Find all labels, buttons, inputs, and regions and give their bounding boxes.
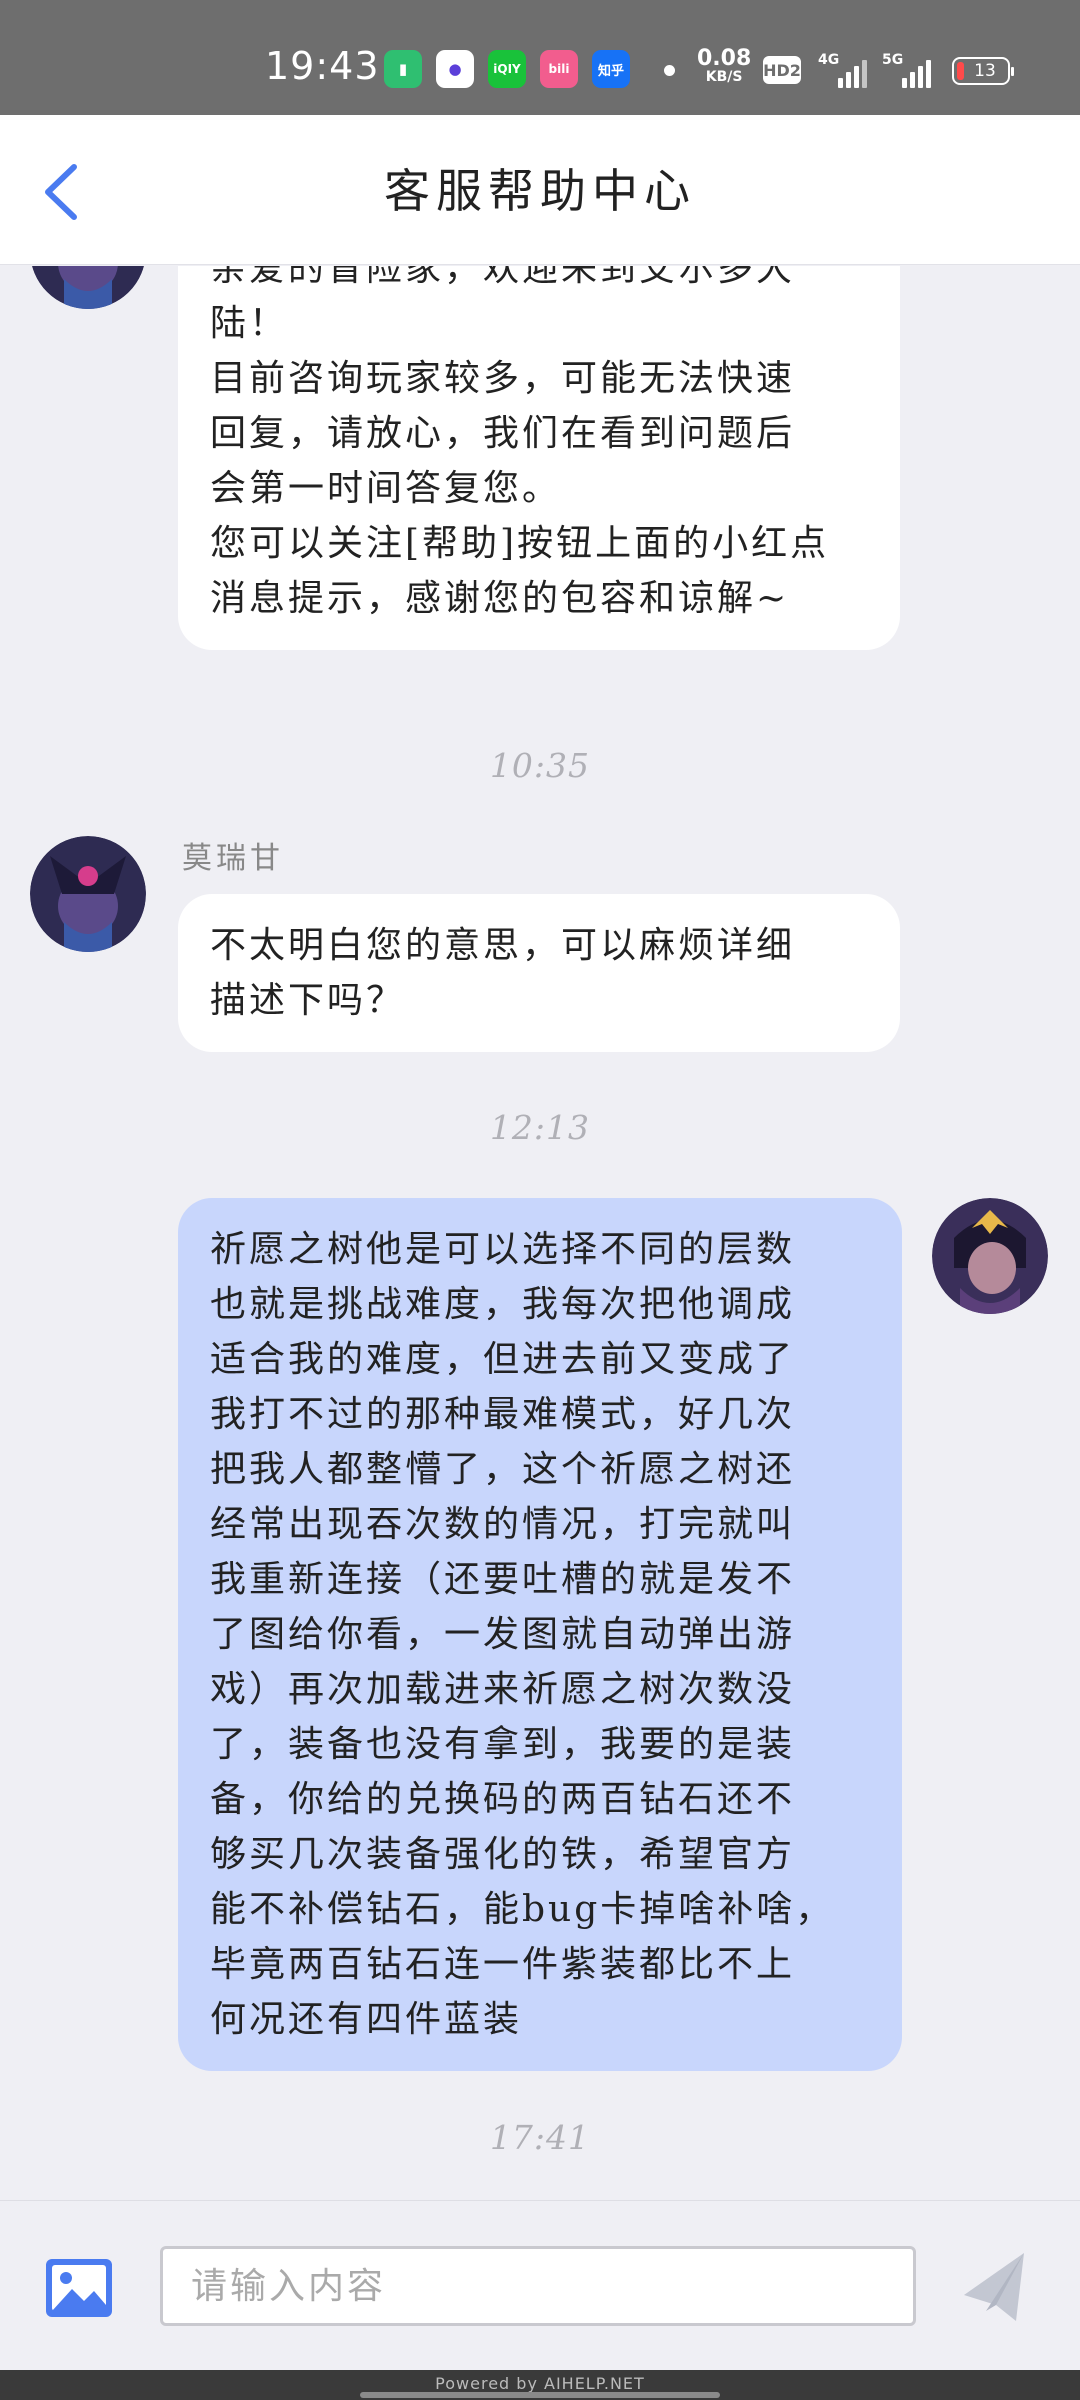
status-time: 19:43 <box>265 44 380 88</box>
image-icon <box>46 2259 112 2317</box>
message-bubble-outgoing: 祈愿之树他是可以选择不同的层数 也就是挑战难度，我每次把他调成 适合我的难度，但… <box>178 1198 902 2071</box>
hd-icon: HD2 <box>763 56 801 84</box>
battery-icon: 13 <box>952 57 1014 85</box>
send-button[interactable] <box>962 2251 1026 2323</box>
signal-4g-label: 4G <box>818 52 840 68</box>
network-speed: 0.08 KB/S <box>697 46 752 85</box>
browser-app-icon: ● <box>436 50 474 88</box>
signal-5g-label: 5G <box>882 52 904 68</box>
zhihu-app-icon: 知乎 <box>592 50 630 88</box>
image-upload-button[interactable] <box>44 2257 114 2319</box>
send-icon <box>964 2253 1024 2321</box>
user-avatar[interactable] <box>932 1198 1048 1314</box>
notification-dot-icon <box>664 65 675 76</box>
agent-avatar[interactable] <box>30 836 146 952</box>
battery-app-icon: ▮ <box>384 50 422 88</box>
message-bubble-incoming: 不太明白您的意思，可以麻烦详细 描述下吗？ <box>178 894 900 1052</box>
network-speed-unit: KB/S <box>705 69 743 85</box>
agent-avatar[interactable] <box>30 266 146 309</box>
iqiyi-app-glyph: iQIY <box>493 62 521 76</box>
sender-name: 莫瑞甘 <box>182 841 284 876</box>
message-timestamp: 17:41 <box>489 2118 591 2157</box>
bilibili-app-icon: bili <box>540 50 578 88</box>
signal-5g-icon: 5G <box>882 52 931 88</box>
message-timestamp: 12:13 <box>489 1108 591 1147</box>
iqiyi-app-icon: iQIY <box>488 50 526 88</box>
message-input[interactable] <box>160 2246 916 2326</box>
battery-level: 13 <box>974 61 996 81</box>
network-speed-value: 0.08 <box>697 46 752 71</box>
home-indicator[interactable] <box>360 2392 720 2398</box>
browser-app-glyph: ● <box>448 60 462 78</box>
signal-4g-icon: 4G <box>818 52 867 88</box>
battery-app-glyph: ▮ <box>398 60 408 78</box>
message-timestamp: 10:35 <box>489 746 591 785</box>
powered-by: Powered by AIHELP.NET <box>435 2374 645 2393</box>
input-bar <box>0 2200 1080 2370</box>
app-header: 客服帮助中心 <box>0 115 1080 265</box>
page-title: 客服帮助中心 <box>384 164 696 218</box>
bilibili-app-glyph: bili <box>548 62 570 76</box>
status-bar: 19:43 ▮ ● iQIY bili 知乎 0.08 KB/S HD2 4G … <box>0 0 1080 115</box>
message-bubble-incoming: 亲爱的冒险家，欢迎来到艾尔多大 陆！ 目前咨询玩家较多，可能无法快速 回复，请放… <box>178 266 900 650</box>
zhihu-app-glyph: 知乎 <box>597 63 624 79</box>
chat-messages[interactable]: 亲爱的冒险家，欢迎来到艾尔多大 陆！ 目前咨询玩家较多，可能无法快速 回复，请放… <box>0 266 1080 2200</box>
footer: Powered by AIHELP.NET <box>0 2370 1080 2400</box>
